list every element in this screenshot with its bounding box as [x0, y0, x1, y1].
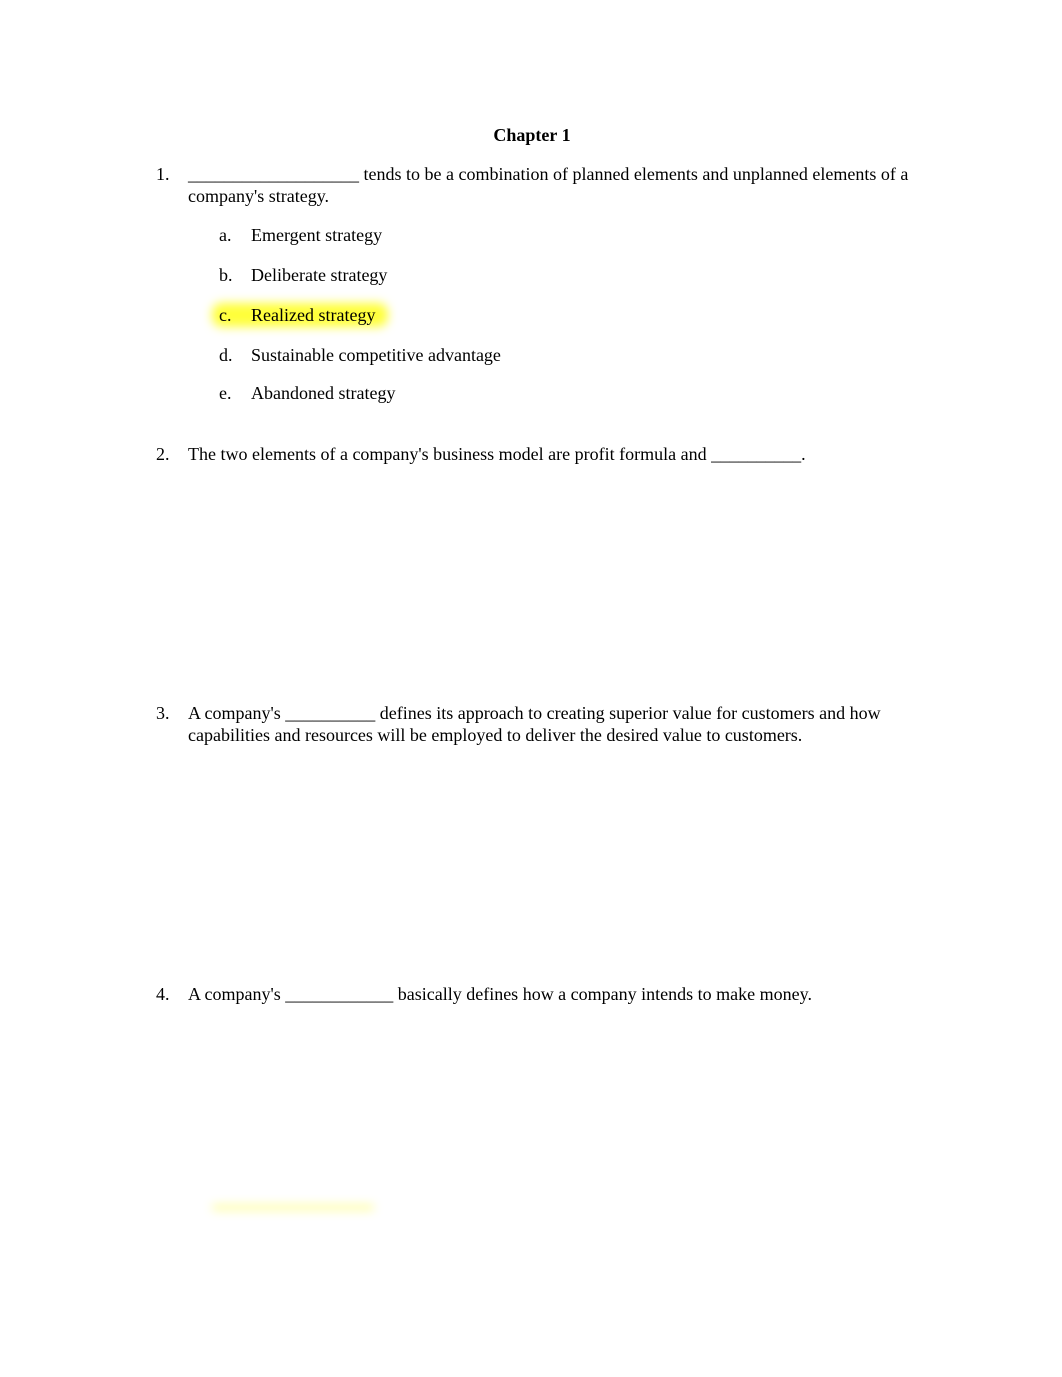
question-4: 4. A company's ____________ basically de…: [156, 983, 936, 1005]
question-text: A company's __________ defines its appro…: [188, 703, 881, 745]
question-text: ___________________ tends to be a combin…: [188, 164, 909, 206]
option-letter: c.: [219, 305, 232, 325]
option-label: Realized strategy: [251, 305, 376, 325]
option-d: d. Sustainable competitive advantage: [219, 344, 501, 366]
chapter-title: Chapter 1: [493, 125, 571, 145]
option-label: Deliberate strategy: [251, 265, 388, 285]
option-letter: d.: [219, 345, 233, 365]
question-number: 4.: [156, 984, 170, 1004]
option-letter: b.: [219, 265, 233, 285]
question-text: A company's ____________ basically defin…: [188, 984, 812, 1004]
option-letter: a.: [219, 225, 232, 245]
question-number: 3.: [156, 703, 170, 723]
question-3: 3. A company's __________ defines its ap…: [156, 702, 936, 746]
option-a: a. Emergent strategy: [219, 224, 382, 246]
option-label: Sustainable competitive advantage: [251, 345, 501, 365]
question-number: 1.: [156, 164, 170, 184]
option-label: Abandoned strategy: [251, 383, 396, 403]
option-e: e. Abandoned strategy: [219, 382, 395, 404]
option-letter: e.: [219, 383, 232, 403]
question-number: 2.: [156, 444, 170, 464]
option-label: Emergent strategy: [251, 225, 383, 245]
question-1: 1. ___________________ tends to be a com…: [156, 163, 936, 207]
question-text: The two elements of a company's business…: [188, 444, 806, 464]
option-c: c. Realized strategy: [219, 304, 375, 326]
option-b: b. Deliberate strategy: [219, 264, 387, 286]
stray-highlight-mark: [212, 1205, 374, 1210]
question-2: 2. The two elements of a company's busin…: [156, 443, 936, 465]
